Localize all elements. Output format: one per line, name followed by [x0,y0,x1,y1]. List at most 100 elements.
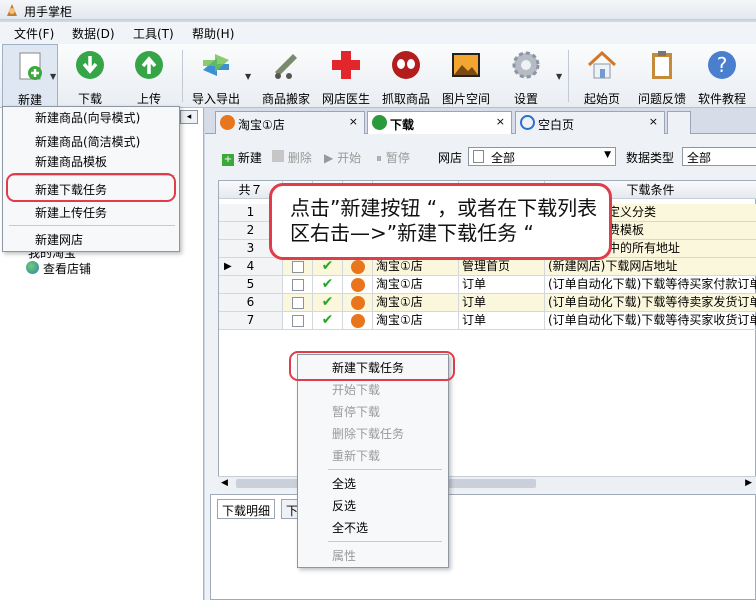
type-filter-select[interactable]: 全部 [682,147,756,166]
scroll-left-icon[interactable]: ◀ [221,478,228,488]
sub-new-label: 新建 [237,151,262,165]
row-checkbox[interactable] [291,279,304,291]
table-row[interactable]: 6 ✔ 淘宝①店 订单 (订单自动化下载)下载等待卖家发货订单 [219,294,756,312]
import-export-icon [203,54,229,76]
shop-doctor-button[interactable]: 网店医生 [316,44,376,108]
download-tab-icon [372,115,387,130]
table-row[interactable]: 7 ✔ 淘宝①店 订单 (订单自动化下载)下载等待买家收货订单 [219,312,756,330]
highlight-ctx-new-download-task [289,351,455,381]
tab-blank-page[interactable]: 空白页 × [515,111,665,134]
ctx-item-select-none[interactable]: 全不选 [298,519,448,536]
main-toolbar: 新建 ▼ 下载 上传 导入导出 ▼ 商品搬家 网店医生 抓取商品 图片空间 设置… [0,44,756,108]
row-shop: 淘宝①店 [373,258,459,276]
close-icon[interactable]: × [496,115,505,128]
taobao-icon [350,296,365,310]
grab-product-label: 抓取商品 [381,92,430,106]
row-icon-cell [343,312,373,330]
new-dropdown-arrow-icon[interactable]: ▼ [50,72,56,81]
menu-item-new-upload-task[interactable]: 新建上传任务 [3,204,179,221]
type-filter-value: 全部 [687,151,712,165]
taobao-icon [350,278,365,292]
product-move-button[interactable]: 商品搬家 [256,44,316,108]
row-checkbox[interactable] [291,297,304,309]
sub-new-button[interactable]: + 新建 [222,149,262,166]
row-condition: (订单自动化下载)下载等待卖家发货订单 [545,294,756,312]
ctx-item-invert-selection[interactable]: 反选 [298,497,448,514]
import-export-label: 导入导出 [191,92,240,106]
checkmark-icon: ✔ [313,276,343,294]
table-row[interactable]: ▶ 4 ✔ 淘宝①店 管理首页 (新建网店)下载网店地址 [219,258,756,276]
help-icon: ? [708,51,736,79]
settings-dropdown-arrow-icon[interactable]: ▼ [556,72,562,81]
taobao-icon [350,314,365,328]
row-shop: 淘宝①店 [373,312,459,330]
product-move-label: 商品搬家 [261,92,310,106]
tab-download[interactable]: 下载 × [367,111,512,134]
grab-product-button[interactable]: 抓取商品 [376,44,436,108]
document-icon [473,150,484,163]
import-export-button[interactable]: 导入导出 [186,44,246,108]
row-condition: (新建网店)下载网店地址 [545,258,756,276]
sub-delete-button[interactable]: 删除 [272,149,312,166]
table-row[interactable]: 5 ✔ 淘宝①店 订单 (订单自动化下载)下载等待买家付款订单 [219,276,756,294]
menu-item-new-product-simple[interactable]: 新建商品(简洁模式) [3,133,179,150]
collapse-panel-button[interactable]: ◂ [180,110,198,124]
start-page-button[interactable]: 起始页 [574,44,630,108]
checkmark-icon: ✔ [313,312,343,330]
menu-tools[interactable]: 工具(T) [133,25,174,42]
import-dropdown-arrow-icon[interactable]: ▼ [245,72,251,81]
menu-data[interactable]: 数据(D) [72,25,115,42]
spider-icon [392,51,420,79]
ctx-item-pause-download[interactable]: 暂停下载 [298,403,448,420]
close-icon[interactable]: × [649,115,658,128]
menu-file[interactable]: 文件(F) [14,25,54,42]
start-page-label: 起始页 [583,92,620,106]
ctx-item-delete-download[interactable]: 删除下载任务 [298,425,448,442]
row-icon-cell [343,258,373,276]
download-arrow-icon [76,51,104,79]
row-type: 订单 [459,294,545,312]
ctx-item-select-all[interactable]: 全选 [298,475,448,492]
shop-filter-select[interactable]: 全部 ▼ [468,147,616,166]
sub-pause-button[interactable]: ⏸ 暂停 [376,149,410,166]
menu-item-new-product-template[interactable]: 新建商品模板 [3,153,179,170]
close-icon[interactable]: × [349,115,358,128]
globe-icon [26,261,39,274]
menu-help[interactable]: 帮助(H) [192,25,234,42]
gear-icon [512,51,540,79]
feedback-button[interactable]: 问题反馈 [632,44,692,108]
tab-new[interactable] [667,111,691,134]
ctx-item-redownload[interactable]: 重新下载 [298,447,448,464]
moving-cart-icon [275,54,297,79]
ie-icon [520,115,535,130]
row-shop: 淘宝①店 [373,276,459,294]
ctx-item-properties[interactable]: 属性 [298,547,448,564]
menu-item-new-shop[interactable]: 新建网店 [3,231,179,248]
sub-pause-label: 暂停 [385,151,410,165]
sub-start-button[interactable]: ▶ 开始 [324,149,361,166]
image-space-button[interactable]: 图片空间 [436,44,496,108]
title-bar: 用手掌柜 [0,0,756,20]
picture-icon [452,53,480,77]
upload-button[interactable]: 上传 [121,44,177,108]
shop-filter-label: 网店 [438,151,463,165]
row-type: 管理首页 [459,258,545,276]
tutorial-button[interactable]: ? 软件教程 [692,44,752,108]
download-button[interactable]: 下载 [62,44,118,108]
row-checkbox[interactable] [291,315,304,327]
row-checkbox[interactable] [291,261,304,273]
tree-item-view-shop[interactable]: 查看店铺 [26,260,91,277]
sub-start-label: 开始 [337,151,362,165]
tab-download-detail[interactable]: 下载明细 [217,499,276,519]
shop-doctor-label: 网店医生 [321,92,370,106]
menu-separator [328,469,442,470]
ctx-item-start-download[interactable]: 开始下载 [298,381,448,398]
add-icon: + [222,154,234,166]
scroll-right-icon[interactable]: ▶ [745,478,752,488]
settings-button[interactable]: 设置 [496,44,556,108]
tab-taobao-shop[interactable]: 淘宝①店 × [215,111,365,134]
upload-arrow-icon [135,51,163,79]
row-type: 订单 [459,312,545,330]
menu-item-new-product-wizard[interactable]: 新建商品(向导模式) [3,109,179,126]
row-number: 4 [246,259,255,273]
